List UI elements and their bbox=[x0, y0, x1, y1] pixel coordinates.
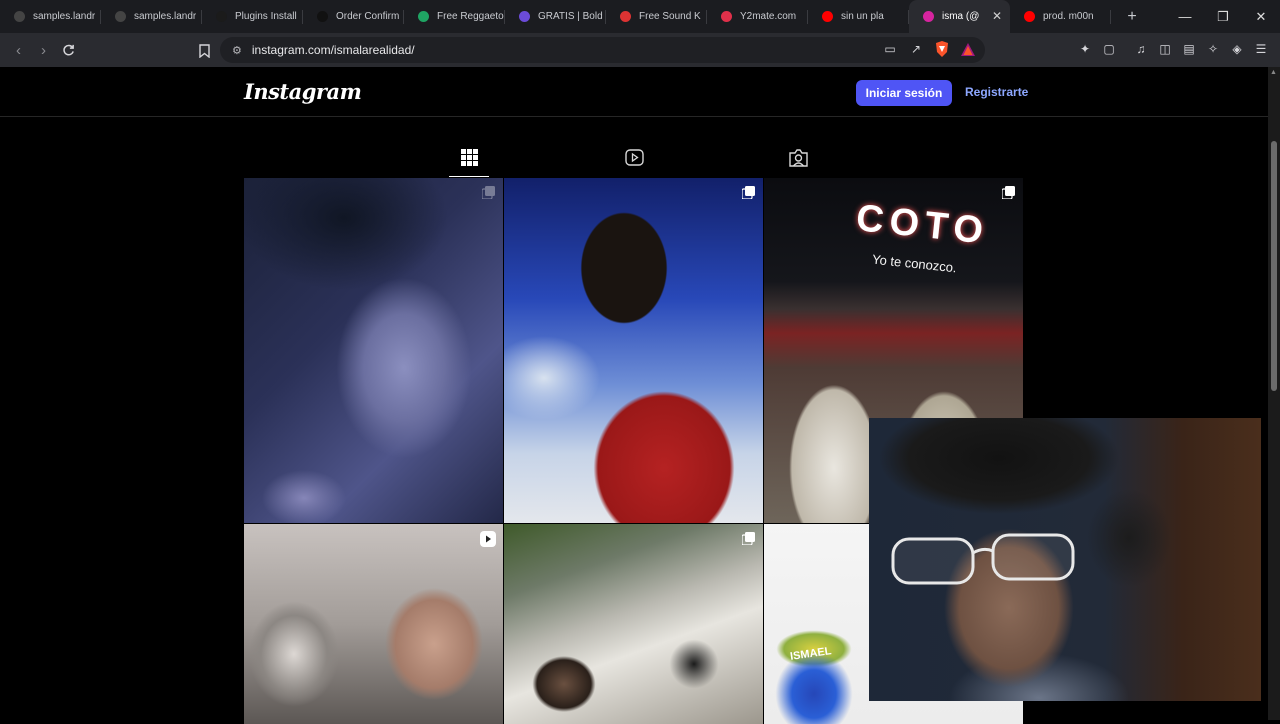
browser-tab[interactable]: sin un pla bbox=[808, 0, 909, 33]
carousel-icon bbox=[1002, 186, 1015, 199]
reels-icon[interactable] bbox=[614, 149, 654, 177]
tab-title: Order Confirm bbox=[336, 11, 400, 22]
carousel-icon bbox=[742, 186, 755, 199]
landr-icon bbox=[14, 11, 25, 22]
minimize-icon[interactable]: — bbox=[1166, 0, 1204, 33]
browser-tab[interactable]: isma (@ ✕ bbox=[909, 0, 1010, 33]
store-sign-subtext: Yo te conozco. bbox=[871, 251, 958, 276]
browser-tab[interactable]: Plugins Install bbox=[202, 0, 303, 33]
extensions-bar: ✦ ▢ ♫ ◫ ▤ ✧ ◈ ☰ bbox=[1076, 40, 1270, 58]
browser-tab[interactable]: Order Confirm bbox=[303, 0, 404, 33]
cast-icon[interactable]: ▭ bbox=[881, 40, 899, 58]
post-4[interactable] bbox=[244, 524, 503, 724]
browser-tab[interactable]: Free Sound K bbox=[606, 0, 707, 33]
drawing-caption-text: ISMAEL bbox=[789, 645, 833, 663]
bookmark-icon[interactable] bbox=[192, 38, 217, 63]
tab-title: isma (@ bbox=[942, 11, 980, 22]
download-icon bbox=[721, 11, 732, 22]
tagged-icon[interactable] bbox=[778, 149, 818, 177]
tab-strip: samples.landr samples.landr Plugins Instal… bbox=[0, 0, 1280, 33]
browser-tab[interactable]: Y2mate.com bbox=[707, 0, 808, 33]
window-controls: — ❐ ✕ bbox=[1166, 0, 1280, 33]
menu-icon[interactable]: ☰ bbox=[1252, 40, 1270, 58]
browser-tab[interactable]: GRATIS | Bold bbox=[505, 0, 606, 33]
tab-title: Y2mate.com bbox=[740, 11, 797, 22]
close-tab-icon[interactable]: ✕ bbox=[992, 9, 1002, 23]
plugin-icon bbox=[216, 11, 227, 22]
profile-tabs bbox=[244, 141, 1024, 177]
landr-icon bbox=[115, 11, 126, 22]
brave-rewards-icon[interactable] bbox=[959, 40, 977, 58]
address-bar[interactable]: ⚙ instagram.com/ismalarealidad/ ▭ ↗ bbox=[220, 37, 985, 63]
carousel-icon bbox=[482, 186, 495, 199]
reload-icon[interactable] bbox=[56, 38, 81, 63]
sidebar-icon[interactable]: ◫ bbox=[1156, 40, 1174, 58]
reel-icon bbox=[480, 531, 496, 547]
close-window-icon[interactable]: ✕ bbox=[1242, 0, 1280, 33]
browser-tab[interactable]: Free Reggaeton bbox=[404, 0, 505, 33]
login-button[interactable]: Iniciar sesión bbox=[856, 80, 952, 106]
scrollbar-thumb[interactable] bbox=[1271, 141, 1277, 391]
store-sign-text: COTO bbox=[854, 197, 991, 253]
new-tab-button[interactable]: + bbox=[1117, 8, 1147, 26]
vpn-icon[interactable]: ◈ bbox=[1228, 40, 1246, 58]
browser-tab[interactable]: samples.landr bbox=[101, 0, 202, 33]
screenshot-icon[interactable]: ▢ bbox=[1100, 40, 1118, 58]
post-5[interactable] bbox=[504, 524, 763, 724]
page-scrollbar[interactable]: ▲ bbox=[1268, 67, 1280, 720]
webcam-overlay bbox=[869, 418, 1261, 701]
url-text[interactable]: instagram.com/ismalarealidad/ bbox=[252, 43, 415, 57]
posts-grid-icon[interactable] bbox=[449, 149, 489, 177]
v-icon bbox=[317, 11, 328, 22]
instagram-header: Instagram Iniciar sesión Registrarte bbox=[0, 67, 1268, 117]
3-icon bbox=[519, 11, 530, 22]
signup-link[interactable]: Registrarte bbox=[965, 85, 1028, 99]
drive-icon bbox=[418, 11, 429, 22]
leo-ai-icon[interactable]: ✧ bbox=[1204, 40, 1222, 58]
tab-title: Free Sound K bbox=[639, 11, 701, 22]
wallet-icon[interactable]: ▤ bbox=[1180, 40, 1198, 58]
tab-separator bbox=[1110, 10, 1111, 24]
post-1[interactable] bbox=[244, 178, 503, 523]
browser-tab[interactable]: samples.landr bbox=[0, 0, 101, 33]
tabs-container: samples.landr samples.landr Plugins Instal… bbox=[0, 0, 1111, 33]
tab-title: prod. m00n bbox=[1043, 11, 1094, 22]
extensions-icon[interactable]: ✦ bbox=[1076, 40, 1094, 58]
glasses-shape bbox=[891, 533, 1075, 585]
post-2[interactable] bbox=[504, 178, 763, 523]
tab-title: samples.landr bbox=[33, 11, 96, 22]
instagram-icon bbox=[923, 11, 934, 22]
tab-title: Free Reggaeton bbox=[437, 11, 505, 22]
youtube-icon bbox=[822, 11, 833, 22]
scroll-up-icon[interactable]: ▲ bbox=[1270, 69, 1277, 76]
brave-shield-icon[interactable] bbox=[933, 40, 951, 58]
instagram-logo[interactable]: Instagram bbox=[244, 79, 362, 104]
tab-title: samples.landr bbox=[134, 11, 197, 22]
tab-title: GRATIS | Bold bbox=[538, 11, 603, 22]
site-settings-icon[interactable]: ⚙ bbox=[232, 44, 242, 57]
forward-icon[interactable]: › bbox=[31, 38, 56, 63]
media-icon[interactable]: ♫ bbox=[1132, 40, 1150, 58]
tab-title: sin un pla bbox=[841, 11, 884, 22]
youtube-icon bbox=[1024, 11, 1035, 22]
share-icon[interactable]: ↗ bbox=[907, 40, 925, 58]
browser-tab[interactable]: prod. m00n bbox=[1010, 0, 1111, 33]
gmail-icon bbox=[620, 11, 631, 22]
maximize-icon[interactable]: ❐ bbox=[1204, 0, 1242, 33]
back-icon[interactable]: ‹ bbox=[6, 38, 31, 63]
browser-toolbar: ‹ › ⚙ instagram.com/ismalarealidad/ ▭ ↗ … bbox=[0, 33, 1280, 67]
tab-title: Plugins Install bbox=[235, 11, 297, 22]
carousel-icon bbox=[742, 532, 755, 545]
